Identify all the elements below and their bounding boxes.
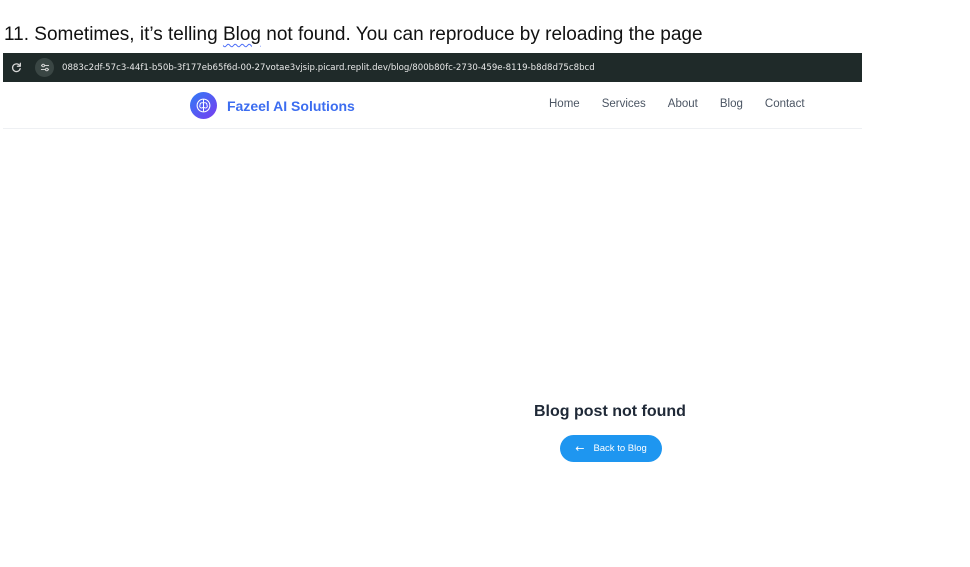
site-header: Fazeel AI Solutions Home Services About … xyxy=(3,82,862,129)
nav-home-link[interactable]: Home xyxy=(549,98,580,110)
brand-name: Fazeel AI Solutions xyxy=(227,97,355,114)
nav-blog-link[interactable]: Blog xyxy=(720,98,743,110)
nav-contact-link[interactable]: Contact xyxy=(765,98,805,110)
issue-caption: 11. Sometimes, it’s telling Blog not fou… xyxy=(4,24,703,46)
browser-screenshot: 0883c2df-57c3-44f1-b50b-3f177eb65f6d-00-… xyxy=(3,53,862,567)
arrow-left-icon: ← xyxy=(575,442,585,455)
brain-icon xyxy=(190,92,217,119)
nav-about-link[interactable]: About xyxy=(668,98,698,110)
not-found-heading: Blog post not found xyxy=(534,403,686,420)
caption-suffix: not found. You can reproduce by reloadin… xyxy=(260,24,703,45)
url-text[interactable]: 0883c2df-57c3-44f1-b50b-3f177eb65f6d-00-… xyxy=(62,63,595,73)
site-settings-icon[interactable] xyxy=(35,58,54,77)
back-to-blog-label: Back to Blog xyxy=(593,443,647,454)
page: 11. Sometimes, it’s telling Blog not fou… xyxy=(0,0,970,567)
caption-underlined-word: Blog xyxy=(222,24,261,45)
address-bar: 0883c2df-57c3-44f1-b50b-3f177eb65f6d-00-… xyxy=(3,53,862,82)
main-nav: Home Services About Blog Contact xyxy=(549,98,805,110)
reload-icon[interactable] xyxy=(3,53,29,82)
nav-services-link[interactable]: Services xyxy=(602,98,646,110)
brand[interactable]: Fazeel AI Solutions xyxy=(190,92,355,119)
caption-prefix: 11. Sometimes, it’s telling xyxy=(4,24,223,45)
back-to-blog-button[interactable]: ← Back to Blog xyxy=(560,435,662,462)
